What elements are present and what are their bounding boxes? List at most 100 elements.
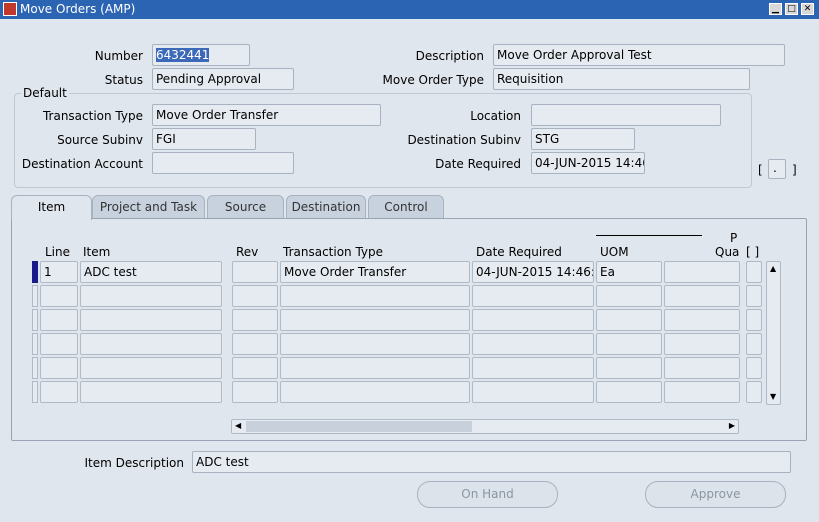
transaction-type-cell[interactable]: [280, 309, 470, 331]
item-cell[interactable]: [80, 309, 222, 331]
tab-source[interactable]: Source: [207, 195, 284, 219]
flex-cell[interactable]: [746, 261, 762, 283]
column-header-line: Line: [45, 245, 71, 259]
record-indicator[interactable]: [32, 357, 38, 379]
minimize-icon[interactable]: ▁: [769, 3, 782, 15]
scroll-left-icon[interactable]: ◀: [235, 421, 241, 430]
item-cell[interactable]: [80, 285, 222, 307]
tab-control[interactable]: Control: [368, 195, 444, 219]
date-required-label: Date Required: [435, 157, 521, 171]
column-header-flex: [ ]: [746, 245, 760, 259]
transaction-type-cell[interactable]: [280, 333, 470, 355]
move-order-type-field[interactable]: Requisition: [493, 68, 750, 90]
transaction-type-field[interactable]: Move Order Transfer: [152, 104, 381, 126]
approve-button[interactable]: Approve: [645, 481, 786, 508]
destination-account-field[interactable]: [152, 152, 294, 174]
transaction-type-cell[interactable]: [280, 357, 470, 379]
scroll-up-icon[interactable]: ▲: [770, 264, 776, 273]
destination-subinv-label: Destination Subinv: [407, 133, 521, 147]
number-label: Number: [94, 49, 143, 63]
destination-subinv-field[interactable]: STG: [531, 128, 635, 150]
date-required-cell[interactable]: [472, 285, 594, 307]
rev-cell[interactable]: [232, 381, 278, 403]
rev-cell[interactable]: [232, 309, 278, 331]
descriptive-flexfield[interactable]: .: [768, 159, 786, 179]
description-field[interactable]: Move Order Approval Test: [493, 44, 785, 66]
line-cell[interactable]: [40, 309, 78, 331]
line-cell[interactable]: [40, 333, 78, 355]
status-field[interactable]: Pending Approval: [152, 68, 294, 90]
window-titlebar[interactable]: Move Orders (AMP) ▁ □ ✕: [0, 0, 819, 19]
vertical-scrollbar[interactable]: ▲ ▼: [766, 261, 781, 405]
uom-cell[interactable]: [596, 309, 662, 331]
item-cell[interactable]: ADC test: [80, 261, 222, 283]
flex-cell[interactable]: [746, 333, 762, 355]
column-header-date-required: Date Required: [476, 245, 562, 259]
date-required-cell[interactable]: [472, 357, 594, 379]
location-field[interactable]: [531, 104, 721, 126]
flex-cell[interactable]: [746, 309, 762, 331]
quantity-cell[interactable]: [664, 357, 740, 379]
uom-cell[interactable]: Ea: [596, 261, 662, 283]
quantity-cell[interactable]: [664, 261, 740, 283]
transaction-type-cell[interactable]: [280, 285, 470, 307]
line-cell[interactable]: [40, 285, 78, 307]
flex-cell[interactable]: [746, 285, 762, 307]
on-hand-button[interactable]: On Hand: [417, 481, 558, 508]
scroll-right-icon[interactable]: ▶: [729, 421, 735, 430]
quantity-cell[interactable]: [664, 309, 740, 331]
tab-project-and-task[interactable]: Project and Task: [92, 195, 205, 219]
destination-account-label: Destination Account: [21, 157, 143, 171]
rev-cell[interactable]: [232, 357, 278, 379]
rev-cell[interactable]: [232, 261, 278, 283]
tab-destination[interactable]: Destination: [286, 195, 366, 219]
window-title: Move Orders (AMP): [20, 2, 136, 16]
default-group-title: Default: [21, 86, 69, 100]
item-cell[interactable]: [80, 381, 222, 403]
transaction-type-label: Transaction Type: [42, 109, 143, 123]
item-description-field[interactable]: ADC test: [192, 451, 791, 473]
flex-cell[interactable]: [746, 357, 762, 379]
current-record-indicator[interactable]: [32, 261, 38, 283]
uom-cell[interactable]: [596, 285, 662, 307]
maximize-icon[interactable]: □: [785, 3, 798, 15]
scroll-down-icon[interactable]: ▼: [770, 392, 776, 401]
transaction-type-cell[interactable]: [280, 381, 470, 403]
description-label: Description: [415, 49, 484, 63]
quantity-cell[interactable]: [664, 381, 740, 403]
rev-cell[interactable]: [232, 333, 278, 355]
flex-cell[interactable]: [746, 381, 762, 403]
tab-item[interactable]: Item: [11, 195, 92, 220]
column-group-rule: [596, 235, 702, 236]
move-order-type-label: Move Order Type: [382, 73, 484, 87]
source-subinv-field[interactable]: FGI: [152, 128, 256, 150]
date-required-cell[interactable]: 04-JUN-2015 14:46:3: [472, 261, 594, 283]
uom-cell[interactable]: [596, 357, 662, 379]
number-field[interactable]: 6432441: [152, 44, 250, 66]
record-indicator[interactable]: [32, 381, 38, 403]
scroll-thumb[interactable]: [246, 421, 472, 432]
quantity-cell[interactable]: [664, 333, 740, 355]
line-cell[interactable]: [40, 381, 78, 403]
record-indicator[interactable]: [32, 285, 38, 307]
date-required-cell[interactable]: [472, 333, 594, 355]
line-cell[interactable]: 1: [40, 261, 78, 283]
record-indicator[interactable]: [32, 333, 38, 355]
date-required-field[interactable]: 04-JUN-2015 14:46: [531, 152, 645, 174]
transaction-type-cell[interactable]: Move Order Transfer: [280, 261, 470, 283]
close-icon[interactable]: ✕: [801, 3, 814, 15]
horizontal-scrollbar[interactable]: ◀ ▶: [231, 419, 739, 434]
date-required-cell[interactable]: [472, 309, 594, 331]
date-required-cell[interactable]: [472, 381, 594, 403]
quantity-cell[interactable]: [664, 285, 740, 307]
item-cell[interactable]: [80, 357, 222, 379]
line-cell[interactable]: [40, 357, 78, 379]
column-header-quantity-top: P: [730, 231, 738, 245]
uom-cell[interactable]: [596, 333, 662, 355]
column-header-rev: Rev: [236, 245, 259, 259]
uom-cell[interactable]: [596, 381, 662, 403]
rev-cell[interactable]: [232, 285, 278, 307]
record-indicator[interactable]: [32, 309, 38, 331]
location-label: Location: [470, 109, 521, 123]
item-cell[interactable]: [80, 333, 222, 355]
